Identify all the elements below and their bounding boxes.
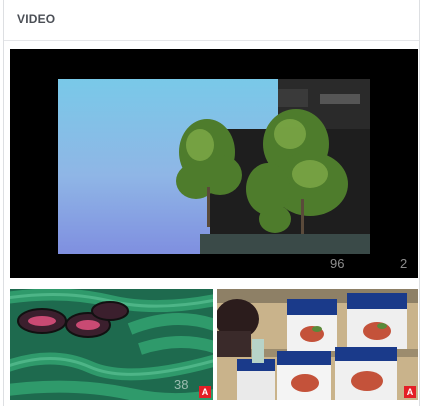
video-frame-trees	[10, 49, 418, 278]
video-index: 2	[400, 256, 408, 271]
video-view-count: 38	[174, 377, 189, 392]
video-thumbnail-main[interactable]: 96 2	[10, 49, 418, 278]
video-panel: VIDEO 96 2 38 A A	[3, 0, 420, 406]
video-thumbnail-knit[interactable]: 38 A	[10, 289, 213, 400]
panel-header: VIDEO	[4, 0, 419, 41]
section-title: VIDEO	[17, 12, 56, 26]
play-badge-icon: A	[199, 386, 211, 398]
video-thumbnail-shelf[interactable]: A	[217, 289, 418, 400]
video-view-count: 96	[330, 256, 345, 271]
play-badge-icon: A	[404, 386, 416, 398]
video-frame-shelf	[217, 289, 418, 400]
